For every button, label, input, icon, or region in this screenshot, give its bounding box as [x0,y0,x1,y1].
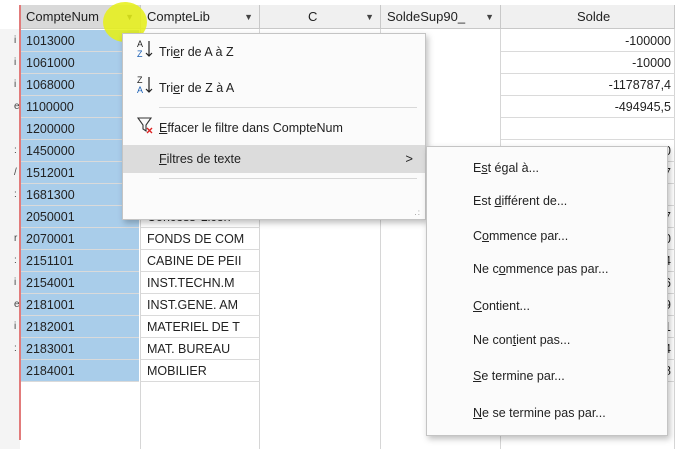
submenu-item[interactable]: Commence par... [473,229,568,243]
column-header-solde[interactable]: Solde [501,5,675,29]
submenu-item[interactable]: Ne contient pas... [473,333,570,347]
text-filters-submenu: Est égal à... Est différent de... Commence… [426,146,668,436]
submenu-item-label-part: e se termine pas par... [482,406,606,420]
column-header-comptelib[interactable]: CompteLib ▼ [141,5,260,29]
submenu-item[interactable]: Ne commence pas par... [473,262,608,276]
table-cell[interactable]: FONDS DE COM [141,228,260,250]
table-cell[interactable]: INST.GENE. AM [141,294,260,316]
svg-text:A: A [137,85,143,95]
table-cell[interactable]: MAT. BUREAU [141,338,260,360]
sort-descending-icon: ZA [136,74,154,106]
column-header-c[interactable]: C ▼ [260,5,381,29]
chevron-down-icon[interactable]: ▼ [485,5,494,29]
selection-indicator [19,5,21,440]
table-cell[interactable] [501,118,675,140]
menu-separator [159,178,417,179]
submenu-item-label-part: ient pas... [516,333,571,347]
chevron-down-icon[interactable]: ▼ [365,5,374,29]
table-cell[interactable]: 2184001 [20,360,139,382]
menu-item-sort-az[interactable]: AZ Trier de A à Z [123,38,425,66]
table-cell[interactable]: -1178787,4 [501,74,675,96]
submenu-item-label-part: Ne c [473,262,499,276]
submenu-item[interactable]: Ne se termine pas par... [473,406,606,420]
table-cell[interactable]: -494945,5 [501,96,675,118]
submenu-item-label-part: C [473,229,483,243]
table-cell[interactable]: 2183001 [20,338,139,360]
clear-filter-icon [136,114,154,146]
column-header-label: SoldeSup90_ [387,9,466,24]
svg-text:Z: Z [137,49,143,59]
table-cell[interactable]: 2154001 [20,272,139,294]
submenu-item-label-part: d [494,194,502,208]
svg-text:A: A [137,39,143,49]
menu-item-label: Trier de A à Z [159,45,234,59]
column-header-label: CompteNum [26,9,99,24]
column-header-label: C [308,9,318,24]
submenu-item-label-part: t égal à... [487,161,540,175]
menu-item-sort-za[interactable]: ZA Trier de Z à A [123,74,425,102]
menu-separator [159,107,417,108]
column-header-label: CompteLib [147,9,210,24]
chevron-right-icon: > [405,151,413,166]
filter-dropdown-menu: AZ Trier de A à Z ZA Trier de Z à A Effa… [122,33,426,220]
chevron-down-icon[interactable]: ▼ [244,5,253,29]
submenu-item-label-part: e termine par... [481,369,565,383]
submenu-item-label-part: Est [473,194,495,208]
submenu-item-label-part: o [498,262,506,276]
table-cell[interactable]: 2151101 [20,250,139,272]
menu-item-label: Filtres de texte [159,152,241,166]
table-cell[interactable]: MOBILIER [141,360,260,382]
menu-item-clear-filter[interactable]: Effacer le filtre dans CompteNum [123,114,425,142]
table-cell[interactable]: CABINE DE PEII [141,250,260,272]
submenu-item-label-part: mmence par... [488,229,569,243]
table-cell[interactable]: 2181001 [20,294,139,316]
resize-grip-icon[interactable]: .: [415,208,421,217]
submenu-item-label-part: o [482,229,489,243]
table-cell[interactable]: -10000 [501,52,675,74]
sort-ascending-icon: AZ [136,38,154,70]
submenu-item-label-part: C [473,299,483,313]
table-cell[interactable]: INST.TECHN.M [141,272,260,294]
table-cell[interactable]: 2070001 [20,228,139,250]
table-cell[interactable]: MATERIEL DE T [141,316,260,338]
table-cell[interactable]: 2182001 [20,316,139,338]
menu-item-label: Trier de Z à A [159,81,235,95]
menu-item-text-filters[interactable]: Filtres de texte > [123,145,425,173]
table-cell[interactable]: -100000 [501,30,675,52]
submenu-item[interactable]: Est égal à... [473,161,539,175]
submenu-item-label-part: Ne con [473,333,513,347]
column-header-label: Solde [577,9,611,24]
submenu-item[interactable]: Contient... [473,299,530,313]
menu-item-label: Effacer le filtre dans CompteNum [159,121,343,135]
submenu-item-label-part: ontient... [482,299,530,313]
svg-text:Z: Z [137,75,143,85]
submenu-item[interactable]: Se termine par... [473,369,565,383]
submenu-item-label-part: ifférent de... [501,194,568,208]
row-selector-column[interactable]: i i i e: /: r: i e i: [0,29,20,449]
submenu-item[interactable]: Est différent de... [473,194,567,208]
submenu-item-label-part: mmence pas par... [505,262,609,276]
column-header-soldesup90[interactable]: SoldeSup90_ ▼ [381,5,501,29]
submenu-item-label-part: N [473,406,483,420]
